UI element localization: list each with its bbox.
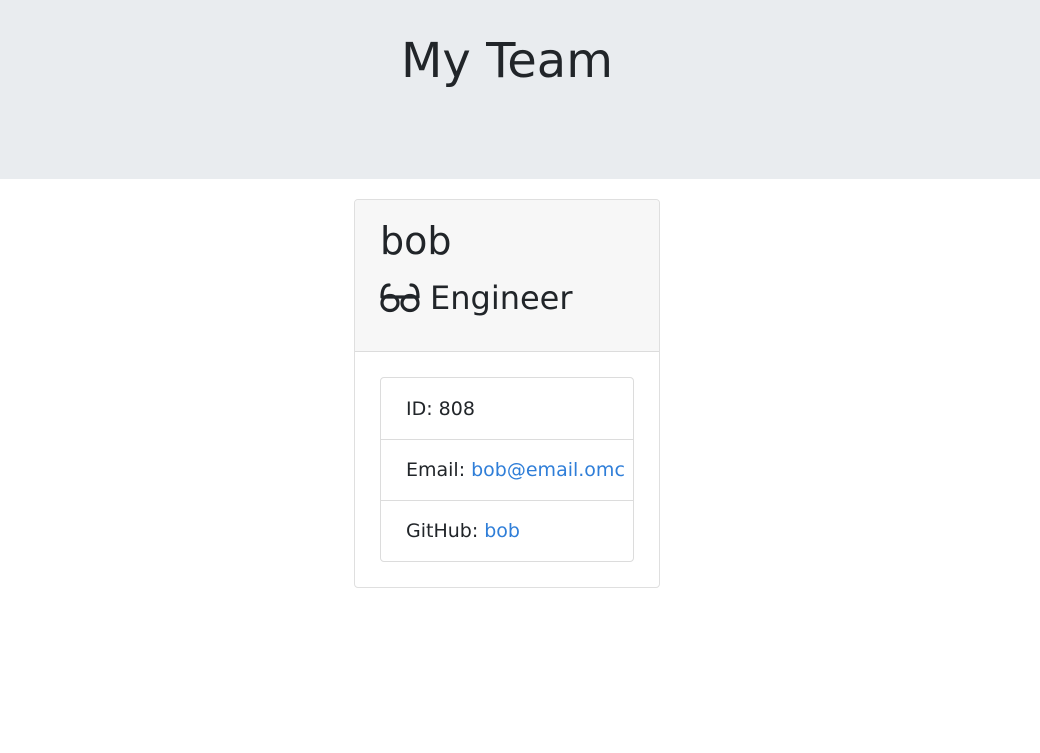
employee-role: Engineer <box>380 278 634 318</box>
employee-role-label: Engineer <box>430 279 573 317</box>
list-item-email: Email: bob@email.omc <box>381 439 633 500</box>
list-item-id: ID: 808 <box>381 378 633 439</box>
page-header: My Team <box>0 0 1040 179</box>
email-link[interactable]: bob@email.omc <box>471 459 625 481</box>
email-label: Email: <box>406 459 466 481</box>
card-body: ID: 808 Email: bob@email.omc GitHub: bob <box>355 352 659 562</box>
employee-name: bob <box>380 219 452 263</box>
github-link[interactable]: bob <box>484 520 520 542</box>
page-title: My Team <box>401 33 613 89</box>
id-label: ID: <box>406 397 433 420</box>
list-item-github: GitHub: bob <box>381 500 633 561</box>
github-label: GitHub: <box>406 520 479 542</box>
card-header: bob Engineer <box>355 200 659 352</box>
id-value: 808 <box>438 397 475 420</box>
glasses-icon <box>380 283 420 313</box>
details-list: ID: 808 Email: bob@email.omc GitHub: bob <box>380 377 634 562</box>
employee-card: bob Engineer ID: 808 Email: bob@email.om… <box>354 199 660 588</box>
